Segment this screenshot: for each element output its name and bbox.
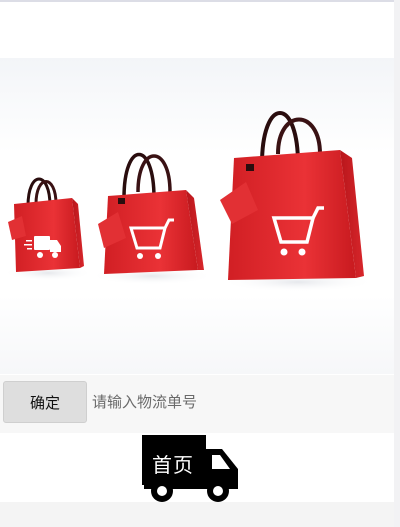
shopping-bags-illustration <box>3 111 376 292</box>
large-bag <box>220 111 376 292</box>
small-bag <box>3 177 93 281</box>
home-button[interactable]: 首页 <box>140 433 240 503</box>
bottom-strip <box>0 502 394 527</box>
tracking-form: 确定 <box>0 375 396 433</box>
tracking-number-input[interactable] <box>88 381 396 423</box>
home-label: 首页 <box>152 453 194 477</box>
scrollbar-track <box>394 0 400 527</box>
shopping-bags-banner <box>0 58 394 374</box>
top-edge <box>0 0 400 2</box>
bottom-nav: 首页 <box>0 433 394 527</box>
medium-bag <box>90 153 214 285</box>
confirm-button[interactable]: 确定 <box>3 381 87 423</box>
